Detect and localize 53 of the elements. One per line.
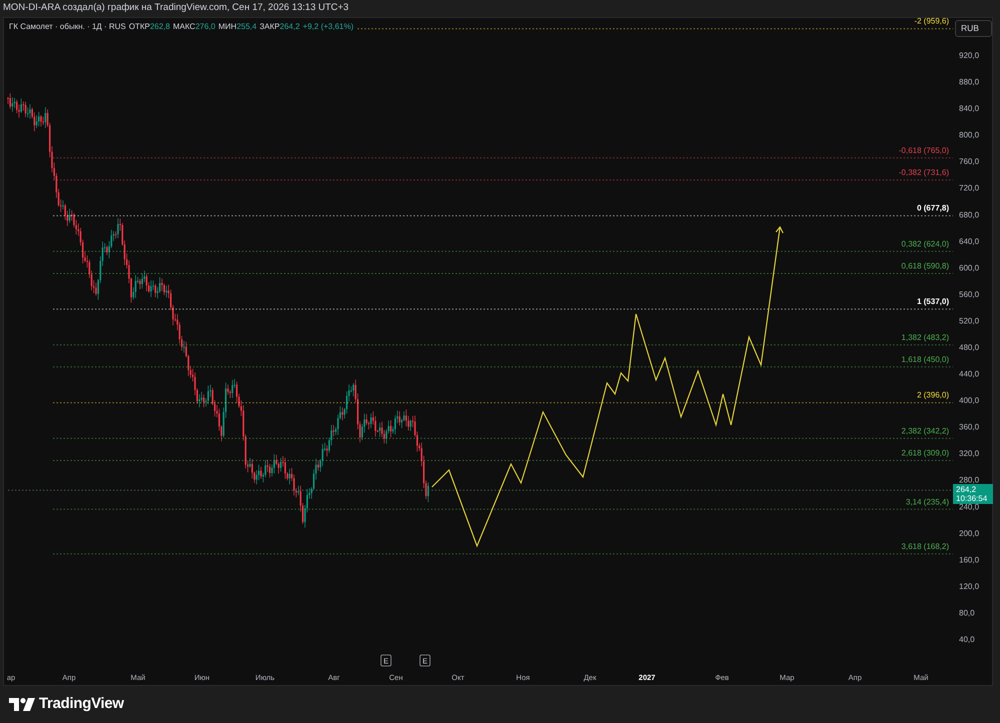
fib-level-label: -0,382 (731,6) (898, 168, 949, 178)
price-axis-label: 640,0 (959, 236, 980, 246)
ohlc-value: 264,2 (280, 21, 300, 33)
ohlc-label: МАКС (172, 21, 196, 33)
brand-logo-icon (9, 698, 35, 711)
symbol-label: ГК Самолет · обыкн. · 1Д · RUS (9, 21, 126, 33)
fib-level-label: 0 (677,8) (916, 204, 949, 213)
fib-level-label: 3,14 (235,4) (906, 497, 949, 506)
bar-countdown: 10:36:54 (956, 494, 988, 503)
price-axis-label: 200,0 (959, 528, 980, 538)
price-axis-label: 360,0 (959, 422, 980, 432)
fib-level-label: 3,618 (168,2) (901, 542, 949, 551)
price-axis-label: 160,0 (959, 555, 980, 564)
price-change: +9,2 (+3,61%) (302, 21, 354, 33)
price-axis-label: 520,0 (959, 316, 980, 326)
price-axis-label: 120,0 (959, 582, 980, 591)
price-axis-label: 600,0 (959, 263, 980, 272)
fib-level-label: 0,618 (590,8) (901, 261, 949, 270)
price-axis-label: 80,0 (959, 608, 975, 618)
brand-name: TradingView (39, 694, 124, 714)
fib-level-label: 2,618 (309,0) (901, 448, 949, 458)
price-axis-label: 560,0 (959, 290, 980, 299)
fib-level-label: 1,382 (483,2) (901, 332, 949, 342)
price-axis-label: 240,0 (959, 502, 980, 512)
price-axis-label: 920,0 (959, 51, 980, 60)
price-axis-label: 40,0 (959, 635, 975, 644)
fib-level-label: -0,618 (765,0) (898, 146, 949, 155)
currency-button[interactable]: RUB (955, 20, 992, 37)
price-axis-label: 320,0 (959, 449, 980, 458)
fib-level-label: -2 (959,6) (914, 18, 949, 26)
ohlc-label: МИН (218, 21, 237, 33)
ohlc-value: 276,0 (195, 21, 216, 33)
fib-level-label: 0,382 (624,0) (901, 239, 949, 248)
price-axis-label: 680,0 (959, 210, 980, 220)
price-axis-label: 440,0 (959, 370, 980, 379)
fib-level-label: 1,618 (450,0) (901, 354, 949, 364)
price-axis-label: 400,0 (959, 396, 980, 406)
price-axis-label: 720,0 (959, 184, 980, 193)
ohlc-value: 255,4 (236, 21, 257, 33)
ohlc-label: ОТКР (128, 21, 150, 33)
fib-level-label: 2 (396,0) (916, 390, 949, 400)
price-axis-label: 480,0 (959, 343, 980, 352)
price-axis-label: 800,0 (959, 130, 980, 140)
chart-attribution: MON-DI-ARA создал(а) график на TradingView.com, Сен 17, 2026 13:13 UTC+3 (3, 1, 349, 16)
ohlc-value: 262,8 (150, 21, 170, 33)
ohlc-label: ЗАКР (260, 21, 280, 33)
price-axis-label: 840,0 (959, 104, 980, 114)
price-axis-label: 280,0 (959, 476, 980, 485)
price-axis-label: 760,0 (959, 157, 980, 166)
price-axis-label: 880,0 (959, 78, 980, 87)
fib-level-label: 1 (537,0) (916, 297, 949, 306)
price-badge-value: 264,2 (956, 485, 978, 494)
fib-level-label: 2,382 (342,2) (901, 426, 949, 436)
